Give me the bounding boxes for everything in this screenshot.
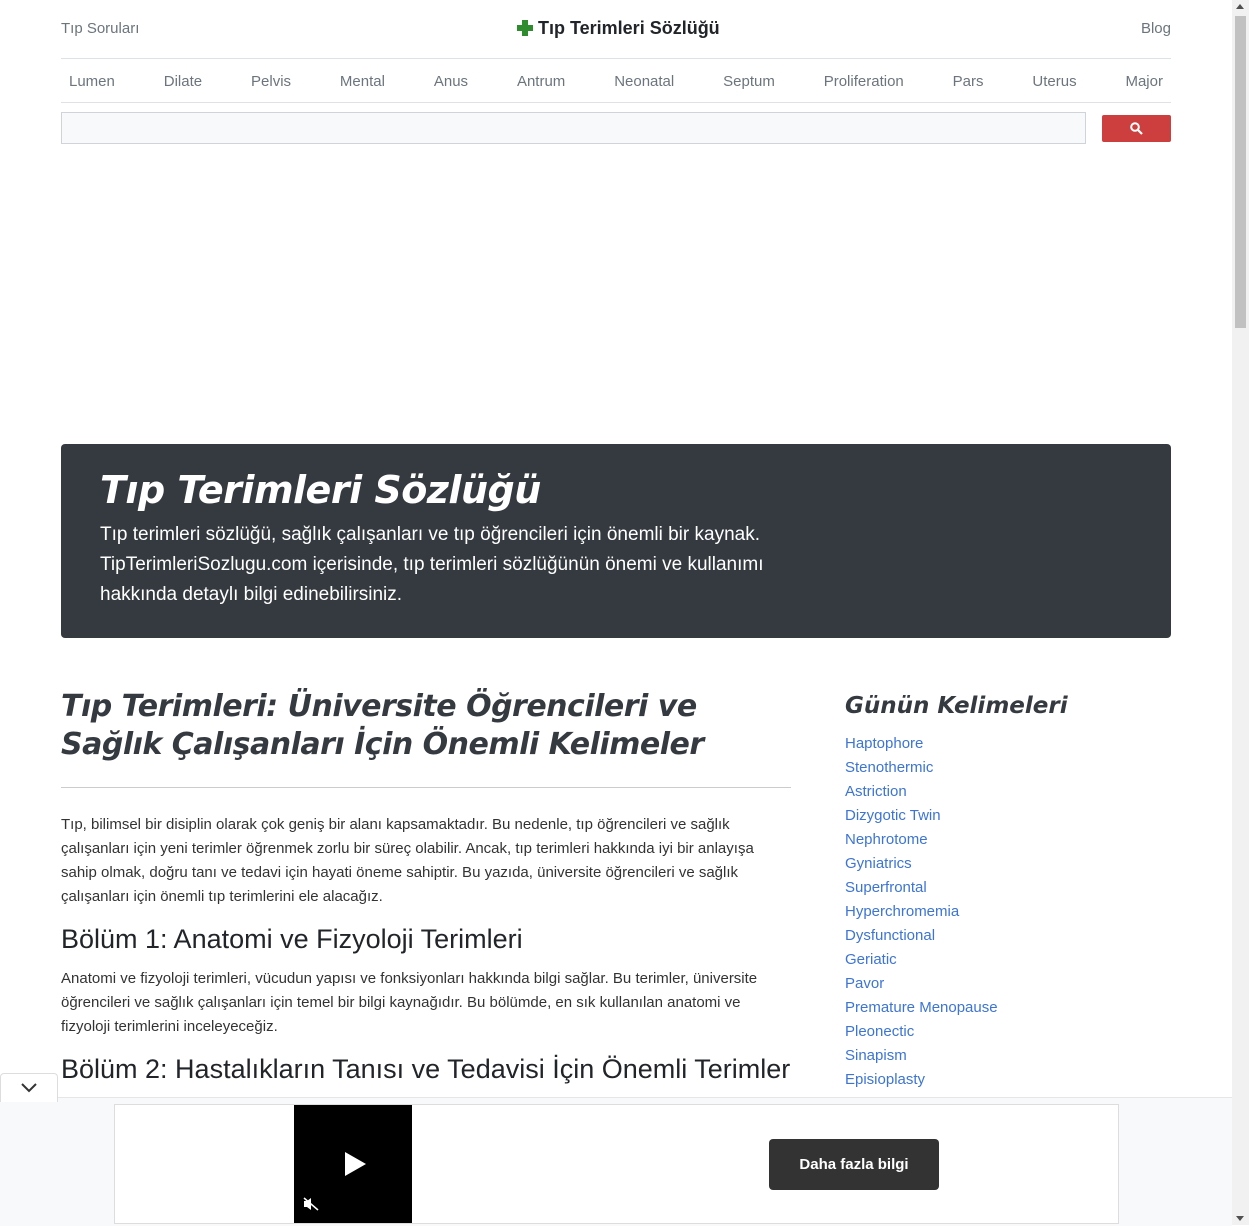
hero-title: Tıp Terimleri Sözlüğü bbox=[100, 468, 541, 512]
word-link[interactable]: Astriction bbox=[845, 780, 998, 804]
chevron-down-icon bbox=[21, 1083, 37, 1093]
term-nav: Lumen Dilate Pelvis Mental Anus Antrum N… bbox=[61, 60, 1171, 102]
nav-item-septum[interactable]: Septum bbox=[715, 73, 783, 90]
nav-item-proliferation[interactable]: Proliferation bbox=[816, 73, 912, 90]
nav-item-anus[interactable]: Anus bbox=[426, 73, 476, 90]
ad-collapse-button[interactable] bbox=[0, 1073, 58, 1102]
article-title: Tıp Terimleri: Üniversite Öğrencileri ve… bbox=[61, 689, 704, 762]
nav-item-uterus[interactable]: Uterus bbox=[1024, 73, 1084, 90]
word-link[interactable]: Hyperchromemia bbox=[845, 900, 998, 924]
word-link[interactable]: Dizygotic Twin bbox=[845, 804, 998, 828]
ad-container bbox=[114, 1104, 1119, 1224]
nav-item-antrum[interactable]: Antrum bbox=[509, 73, 573, 90]
search-icon bbox=[1130, 122, 1143, 135]
scroll-up-icon[interactable] bbox=[1236, 4, 1244, 9]
plus-icon bbox=[517, 19, 533, 36]
ad-video[interactable] bbox=[294, 1105, 412, 1223]
word-link[interactable]: Sinapism bbox=[845, 1044, 998, 1068]
daily-words-list: Haptophore Stenothermic Astriction Dizyg… bbox=[845, 732, 998, 1092]
nav-item-neonatal[interactable]: Neonatal bbox=[606, 73, 682, 90]
nav-link-blog[interactable]: Blog bbox=[1141, 20, 1171, 37]
sidebar-title: Günün Kelimeleri bbox=[845, 693, 1068, 719]
section-1-text: Anatomi ve fizyoloji terimleri, vücudun … bbox=[61, 970, 758, 1035]
search-input[interactable] bbox=[61, 112, 1086, 144]
nav-link-tip-sorulari[interactable]: Tıp Soruları bbox=[61, 20, 139, 37]
scrollbar[interactable] bbox=[1232, 0, 1249, 1225]
site-logo[interactable]: Tıp Terimleri Sözlüğü bbox=[517, 18, 720, 39]
section-1-title: Bölüm 1: Anatomi ve Fizyoloji Terimleri bbox=[61, 924, 523, 954]
hero-text: Tıp terimleri sözlüğü, sağlık çalışanlar… bbox=[100, 524, 764, 605]
divider bbox=[61, 102, 1171, 103]
site-title: Tıp Terimleri Sözlüğü bbox=[538, 18, 720, 38]
scroll-down-icon[interactable] bbox=[1236, 1216, 1244, 1221]
nav-item-pars[interactable]: Pars bbox=[945, 73, 992, 90]
nav-item-lumen[interactable]: Lumen bbox=[61, 73, 123, 90]
scroll-thumb[interactable] bbox=[1235, 16, 1246, 328]
play-icon[interactable] bbox=[345, 1152, 366, 1176]
nav-item-mental[interactable]: Mental bbox=[332, 73, 393, 90]
divider bbox=[61, 787, 791, 788]
nav-item-dilate[interactable]: Dilate bbox=[156, 73, 210, 90]
word-link[interactable]: Gyniatrics bbox=[845, 852, 998, 876]
ad-more-info-button[interactable]: Daha fazla bilgi bbox=[769, 1139, 939, 1190]
article-intro: Tıp, bilimsel bir disiplin olarak çok ge… bbox=[61, 816, 754, 905]
search-button[interactable] bbox=[1102, 115, 1171, 142]
word-link[interactable]: Nephrotome bbox=[845, 828, 998, 852]
word-link[interactable]: Haptophore bbox=[845, 732, 998, 756]
word-link[interactable]: Dysfunctional bbox=[845, 924, 998, 948]
word-link[interactable]: Superfrontal bbox=[845, 876, 998, 900]
word-link[interactable]: Episioplasty bbox=[845, 1068, 998, 1092]
nav-item-pelvis[interactable]: Pelvis bbox=[243, 73, 299, 90]
section-2-title: Bölüm 2: Hastalıkların Tanısı ve Tedavis… bbox=[61, 1054, 791, 1084]
nav-item-major[interactable]: Major bbox=[1117, 73, 1171, 90]
word-link[interactable]: Stenothermic bbox=[845, 756, 998, 780]
hero-banner: Tıp Terimleri Sözlüğü Tıp terimleri sözl… bbox=[61, 444, 1171, 638]
mute-icon[interactable] bbox=[303, 1197, 319, 1211]
word-link[interactable]: Geriatic bbox=[845, 948, 998, 972]
word-link[interactable]: Premature Menopause bbox=[845, 996, 998, 1020]
divider bbox=[61, 58, 1171, 59]
word-link[interactable]: Pleonectic bbox=[845, 1020, 998, 1044]
word-link[interactable]: Pavor bbox=[845, 972, 998, 996]
